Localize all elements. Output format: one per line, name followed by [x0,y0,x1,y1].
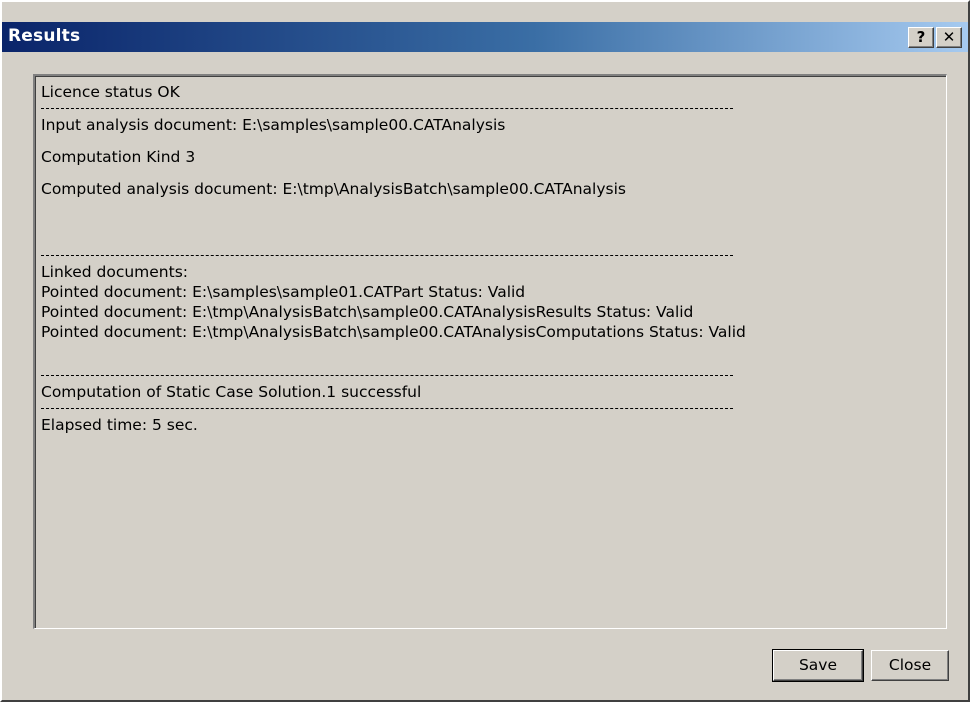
results-dialog: Results ? ✕ Licence status OK Input anal… [0,0,970,702]
help-icon: ? [916,28,926,46]
separator [41,375,733,376]
separator [41,108,733,109]
help-button[interactable]: ? [908,27,934,48]
separator [41,408,733,409]
input-document-line: Input analysis document: E:\samples\samp… [41,116,506,134]
computation-kind-line: Computation Kind 3 [41,148,196,166]
computed-document-line: Computed analysis document: E:\tmp\Analy… [41,180,626,198]
close-button[interactable]: Close [871,650,949,681]
pointed-document-line: Pointed document: E:\tmp\AnalysisBatch\s… [41,323,746,341]
save-button[interactable]: Save [772,649,864,682]
window-close-button[interactable]: ✕ [936,27,962,48]
license-status-line: Licence status OK [41,83,180,101]
title-bar[interactable]: Results ? ✕ [2,22,968,52]
pointed-document-line: Pointed document: E:\samples\sample01.CA… [41,283,526,301]
close-icon: ✕ [942,28,956,46]
elapsed-time-line: Elapsed time: 5 sec. [41,416,198,434]
linked-documents-header: Linked documents: [41,263,188,281]
pointed-document-line: Pointed document: E:\tmp\AnalysisBatch\s… [41,303,694,321]
separator [41,255,733,256]
computation-result-line: Computation of Static Case Solution.1 su… [41,383,422,401]
window-title: Results [8,26,81,46]
results-log-panel[interactable]: Licence status OK Input analysis documen… [33,74,947,629]
